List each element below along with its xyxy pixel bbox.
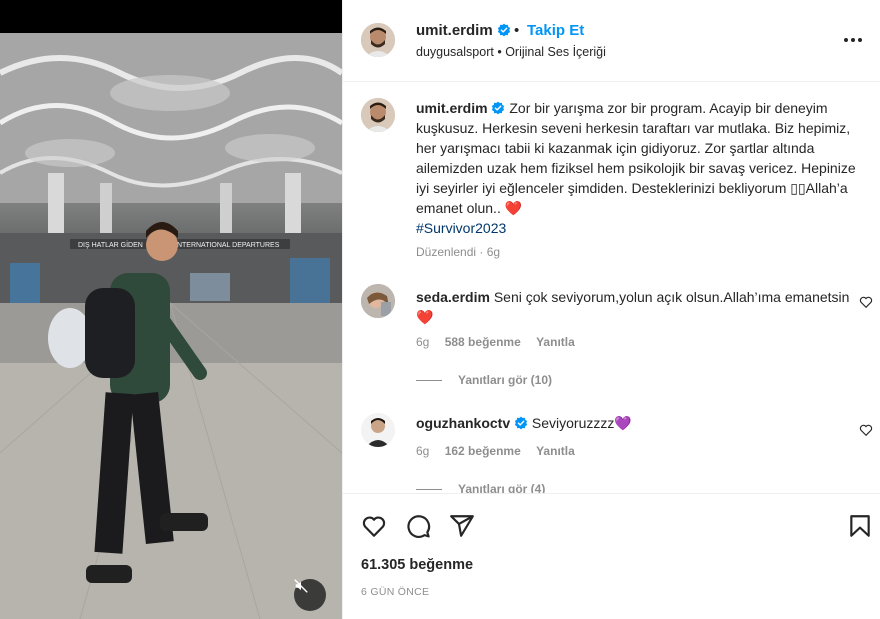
comment-likes[interactable]: 588 beğenme <box>445 335 521 349</box>
comment-username[interactable]: seda.erdim <box>416 289 490 305</box>
more-options-icon <box>844 38 862 42</box>
author-username-text[interactable]: umit.erdim <box>416 22 493 39</box>
comment-like-icon[interactable] <box>859 295 873 309</box>
more-options-button[interactable] <box>841 30 865 50</box>
comment-text: oguzhankoctv Seviyoruzzzz💜 <box>416 413 856 433</box>
comment-time[interactable]: 6g <box>416 335 429 349</box>
commenter-avatar-image <box>361 284 395 318</box>
author-username[interactable]: umit.erdim <box>416 22 511 39</box>
header-dot-separator: • <box>514 22 520 39</box>
post-details-panel: umit.erdim • Takip Et duygusalsport • Or… <box>342 0 880 619</box>
comment-like-icon[interactable] <box>859 423 873 437</box>
audio-user-link[interactable]: duygusalsport <box>416 45 494 59</box>
post-actions: 61.305 beğenme 6 GÜN ÖNCE <box>343 493 880 619</box>
comment-time[interactable]: 6g <box>416 444 429 458</box>
post-time-ago[interactable]: 6 GÜN ÖNCE <box>361 586 429 598</box>
comment-body: Seviyoruzzzz <box>531 415 615 431</box>
bookmark-icon <box>850 515 870 537</box>
replies-line <box>416 489 442 491</box>
comment-text: seda.erdim Seni çok seviyorum,yolun açık… <box>416 287 856 327</box>
post-header: umit.erdim • Takip Et duygusalsport • Or… <box>343 0 880 82</box>
commenter-avatar[interactable] <box>361 284 395 318</box>
heart-outline-icon <box>362 516 386 537</box>
comment-meta: 6g 588 beğenme Yanıtla <box>416 335 575 349</box>
view-replies-label[interactable]: Yanıtları gör (4) <box>458 482 545 493</box>
view-replies-label[interactable]: Yanıtları gör (10) <box>458 373 552 387</box>
comments-section[interactable]: umit.erdim Zor bir yarışma zor bir progr… <box>343 83 880 493</box>
reply-button[interactable]: Yanıtla <box>536 335 575 349</box>
verified-badge-icon <box>492 101 505 115</box>
caption-missing-glyphs: ▯▯ <box>790 180 806 196</box>
caption-hashtag[interactable]: #Survivor2023 <box>416 220 506 236</box>
comment-body: Seni çok seviyorum,yolun açık olsun.Alla… <box>493 289 850 305</box>
comment-username[interactable]: oguzhankoctv <box>416 415 510 431</box>
verified-badge-icon <box>497 23 510 37</box>
follow-button[interactable]: Takip Et <box>527 22 584 39</box>
caption-username[interactable]: umit.erdim <box>416 100 488 116</box>
like-button[interactable] <box>361 513 387 539</box>
svg-text:INTERNATIONAL DEPARTURES: INTERNATIONAL DEPARTURES <box>175 242 280 249</box>
caption-meta: Düzenlendi · 6g <box>416 245 500 259</box>
share-button[interactable] <box>449 513 475 539</box>
verified-badge-icon <box>514 416 528 430</box>
comment-bubble-icon <box>407 515 431 538</box>
edited-time[interactable]: 6g <box>487 245 500 259</box>
audio-attribution: duygusalsport • Orijinal Ses İçeriği <box>416 45 606 59</box>
audio-muted-icon <box>294 579 308 593</box>
comment-emoji: ❤️ <box>416 309 434 325</box>
comment-likes[interactable]: 162 beğenme <box>445 444 521 458</box>
original-audio-link[interactable]: Orijinal Ses İçeriği <box>505 45 606 59</box>
save-button[interactable] <box>847 513 873 539</box>
caption-avatar-image <box>361 98 395 132</box>
caption-author-avatar[interactable] <box>361 98 395 132</box>
audio-separator: • <box>497 45 502 59</box>
view-replies-button[interactable]: Yanıtları gör (4) <box>416 482 545 493</box>
caption-heart-emoji: ❤️ <box>504 200 523 216</box>
svg-text:DIŞ HATLAR GİDEN: DIŞ HATLAR GİDEN <box>78 240 143 249</box>
media-top-bar <box>0 0 342 33</box>
post-caption: umit.erdim Zor bir yarışma zor bir progr… <box>416 98 856 238</box>
edited-label: Düzenlendi <box>416 245 477 259</box>
comment-meta: 6g 162 beğenme Yanıtla <box>416 444 575 458</box>
edited-separator: · <box>479 245 484 259</box>
comment-button[interactable] <box>405 513 431 539</box>
commenter-avatar[interactable] <box>361 413 395 447</box>
mute-toggle-button[interactable] <box>294 579 326 611</box>
replies-line <box>416 380 442 382</box>
post-media[interactable]: DIŞ HATLAR GİDEN INTERNATIONAL DEPARTURE… <box>0 0 342 619</box>
post-photo[interactable]: DIŞ HATLAR GİDEN INTERNATIONAL DEPARTURE… <box>0 33 342 619</box>
commenter-avatar-image <box>361 413 395 447</box>
author-avatar[interactable] <box>361 23 395 57</box>
comment-emoji: 💜 <box>614 415 632 431</box>
view-replies-button[interactable]: Yanıtları gör (10) <box>416 373 552 387</box>
author-avatar-image <box>361 23 395 57</box>
reply-button[interactable]: Yanıtla <box>536 444 575 458</box>
airport-scene-image: DIŞ HATLAR GİDEN INTERNATIONAL DEPARTURE… <box>0 33 342 619</box>
paper-plane-icon <box>450 515 474 537</box>
like-count[interactable]: 61.305 beğenme <box>361 557 473 573</box>
